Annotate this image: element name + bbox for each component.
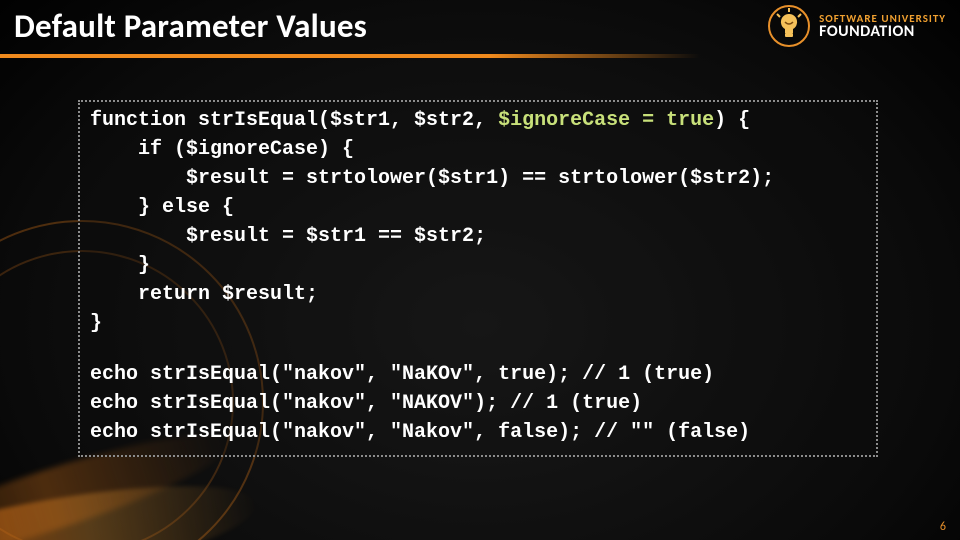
brand-logo: SOFTWARE UNIVERSITY FOUNDATION [767, 4, 946, 48]
code-e3: echo strIsEqual("nakov", "Nakov", false)… [90, 421, 750, 444]
title-underline [0, 54, 700, 58]
code-l6: } [90, 254, 150, 277]
code-l5: $result = $str1 == $str2; [90, 225, 486, 248]
code-l8: } [90, 312, 102, 335]
code-block: function strIsEqual($str1, $str2, $ignor… [78, 100, 878, 457]
code-l4: } else { [90, 196, 234, 219]
code-l2: if ($ignoreCase) { [90, 138, 354, 161]
code-e1: echo strIsEqual("nakov", "NaKOv", true);… [90, 363, 714, 386]
code-content: function strIsEqual($str1, $str2, $ignor… [90, 106, 866, 447]
code-l1a: function strIsEqual($str1, $str2, [90, 109, 498, 132]
code-e2: echo strIsEqual("nakov", "NAKOV"); // 1 … [90, 392, 642, 415]
code-l1c: ) { [714, 109, 750, 132]
code-l3: $result = strtolower($str1) == strtolowe… [90, 167, 774, 190]
slide: Default Parameter Values SOFTWARE UNIVER… [0, 0, 960, 540]
logo-line2: FOUNDATION [819, 24, 946, 40]
slide-title: Default Parameter Values [14, 6, 367, 46]
slide-number: 6 [940, 520, 946, 534]
lightbulb-icon [767, 4, 811, 48]
code-l7: return $result; [90, 283, 318, 306]
code-l1-highlight: $ignoreCase = true [498, 109, 714, 132]
